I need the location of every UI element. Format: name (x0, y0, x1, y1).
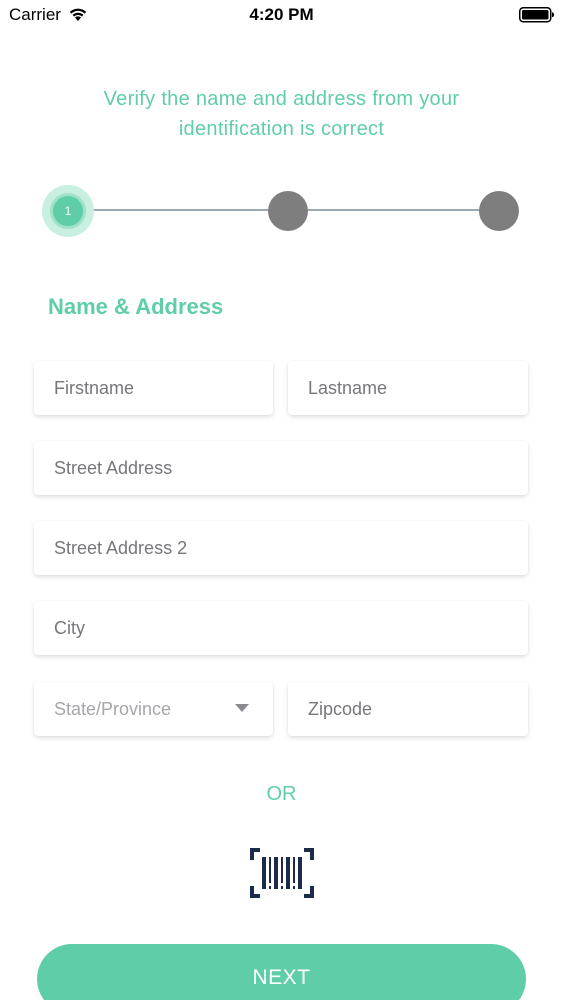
progress-stepper: 1 (40, 185, 530, 237)
section-title: Name & Address (48, 294, 224, 319)
dropdown-caret-icon (235, 704, 249, 712)
instructions-line-1: Verify the name and address from your (103, 88, 460, 110)
or-divider-text: OR (266, 783, 297, 805)
step-3-indicator (479, 191, 519, 231)
instructions-text: Verify the name and address from your id… (60, 84, 503, 144)
barcode-scan-icon[interactable] (250, 848, 314, 898)
street-address-field[interactable]: Street Address (34, 441, 528, 495)
firstname-placeholder: Firstname (54, 377, 135, 398)
lastname-placeholder: Lastname (308, 377, 388, 398)
lastname-field[interactable]: Lastname (288, 361, 528, 415)
instructions-line-2: identification is correct (178, 118, 385, 140)
street-address-placeholder: Street Address (54, 457, 173, 478)
verify-address-screen: Carrier 4:20 PM Verify the name and addr… (0, 0, 563, 1000)
city-placeholder: City (54, 617, 85, 638)
state-province-select[interactable]: State/Province (34, 682, 273, 736)
street-address-2-placeholder: Street Address 2 (54, 537, 188, 558)
status-bar: Carrier 4:20 PM (0, 0, 563, 30)
state-province-placeholder: State/Province (54, 698, 172, 719)
zipcode-placeholder: Zipcode (308, 698, 373, 719)
zipcode-field[interactable]: Zipcode (288, 682, 528, 736)
stepper-connector-2 (305, 209, 505, 211)
street-address-2-field[interactable]: Street Address 2 (34, 521, 528, 575)
step-1-indicator: 1 (50, 193, 86, 229)
status-time: 4:20 PM (249, 5, 314, 24)
next-button[interactable]: NEXT (37, 944, 526, 1000)
stepper-connector-1 (80, 209, 290, 211)
step-2-indicator (268, 191, 308, 231)
battery-icon (519, 7, 554, 23)
city-field[interactable]: City (34, 601, 528, 655)
firstname-field[interactable]: Firstname (34, 361, 273, 415)
